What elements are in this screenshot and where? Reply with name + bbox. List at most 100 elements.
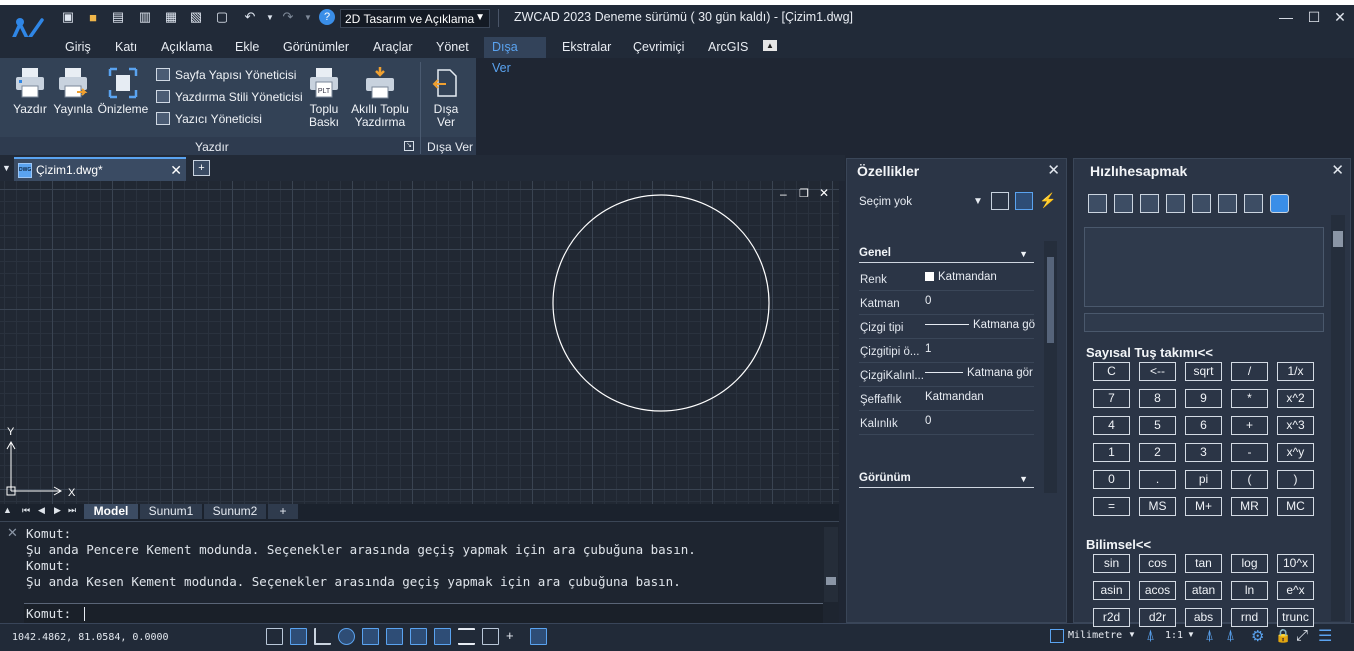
calc-button[interactable]: 6	[1185, 416, 1222, 435]
drawn-circle[interactable]	[552, 194, 770, 412]
calc-button[interactable]: <--	[1139, 362, 1176, 381]
batch-save-icon[interactable]: ▦	[163, 9, 179, 25]
minimize-button[interactable]: —	[1276, 9, 1296, 25]
annotation-scale-value[interactable]: 1:1	[1165, 630, 1183, 641]
close-quickcalc-icon[interactable]: ✕	[1331, 161, 1344, 179]
scale-chevron-icon[interactable]: ▼	[1187, 630, 1195, 639]
layout-tab-sunum2[interactable]: Sunum2	[204, 504, 266, 519]
open-folder-icon[interactable]: ■	[85, 9, 101, 25]
calc-button[interactable]: M+	[1185, 497, 1222, 516]
calc-button[interactable]: atan	[1185, 581, 1222, 600]
calc-button[interactable]: MR	[1231, 497, 1268, 516]
calc-button[interactable]: +	[1231, 416, 1268, 435]
dialog-launcher-icon[interactable]: ↘	[404, 141, 414, 151]
tab-kati[interactable]: Katı	[107, 37, 145, 58]
prev-layout-icon[interactable]: ◀	[38, 505, 45, 516]
viewport-close-icon[interactable]: ✕	[819, 186, 829, 200]
view-section-header[interactable]: Görünüm ▼	[859, 472, 1034, 488]
expression-input[interactable]	[1084, 313, 1324, 332]
maximize-button[interactable]: ☐	[1304, 9, 1324, 25]
tab-araclar[interactable]: Araçlar	[365, 37, 421, 58]
save-icon[interactable]: ▤	[110, 9, 126, 25]
calc-button[interactable]: 4	[1093, 416, 1130, 435]
auto-scale-icon[interactable]: ⍋	[1226, 627, 1235, 644]
prop-row-transparency[interactable]: Şeffaflık Katmandan	[859, 387, 1034, 411]
selection-dropdown[interactable]: Seçim yok ▼	[855, 191, 987, 213]
calc-button[interactable]: MC	[1277, 497, 1314, 516]
calc-button[interactable]: .	[1139, 470, 1176, 489]
prop-row-linetype-scale[interactable]: Çizgitipi ö... 1	[859, 339, 1034, 363]
calc-button[interactable]: abs	[1185, 608, 1222, 627]
document-tab[interactable]: DWG Çizim1.dwg* ✕	[14, 157, 186, 181]
object-snap-tracking-icon[interactable]	[386, 628, 403, 645]
viewport-minimize-icon[interactable]: –	[780, 187, 787, 201]
tab-disa-ver[interactable]: Dışa Ver	[484, 37, 546, 75]
calc-button[interactable]: /	[1231, 362, 1268, 381]
calc-button[interactable]: x^y	[1277, 443, 1314, 462]
calc-button[interactable]: rnd	[1231, 608, 1268, 627]
calc-button[interactable]: x^3	[1277, 416, 1314, 435]
calc-button[interactable]: log	[1231, 554, 1268, 573]
get-coordinates-icon[interactable]	[1166, 194, 1185, 213]
prop-row-layer[interactable]: Katman 0	[859, 291, 1034, 315]
tab-arcgis[interactable]: ArcGIS	[700, 37, 756, 58]
print-icon[interactable]: ▧	[188, 9, 204, 25]
tab-aciklama[interactable]: Açıklama	[153, 37, 220, 58]
calc-button[interactable]: x^2	[1277, 389, 1314, 408]
calc-button[interactable]: cos	[1139, 554, 1176, 573]
save-as-icon[interactable]: ▥	[137, 9, 153, 25]
calc-button[interactable]: 10^x	[1277, 554, 1314, 573]
redo-icon[interactable]: ↷	[280, 9, 296, 25]
calc-button[interactable]: 3	[1185, 443, 1222, 462]
command-scroll-thumb[interactable]	[826, 577, 836, 585]
prop-row-color[interactable]: Renk Katmandan	[859, 267, 1034, 291]
selection-cycling-icon[interactable]: +	[506, 628, 514, 643]
object-snap-icon[interactable]	[362, 628, 379, 645]
polar-tracking-icon[interactable]	[338, 628, 355, 645]
grid-display-icon[interactable]	[266, 628, 283, 645]
tab-giris[interactable]: Giriş	[57, 37, 99, 58]
quickcalc-scrollbar[interactable]	[1331, 215, 1345, 621]
dynamic-ucs-icon[interactable]	[410, 628, 427, 645]
calc-button[interactable]: 1/x	[1277, 362, 1314, 381]
calc-button[interactable]: acos	[1139, 581, 1176, 600]
properties-scrollbar[interactable]	[1044, 241, 1057, 493]
publish-button[interactable]: Yayınla	[52, 66, 94, 128]
calc-button[interactable]: ln	[1231, 581, 1268, 600]
workspace-select[interactable]: 2D Tasarım ve Açıklama ▼	[340, 9, 490, 28]
transparency-icon[interactable]	[482, 628, 499, 645]
calc-button[interactable]: )	[1277, 470, 1314, 489]
calc-button[interactable]: r2d	[1093, 608, 1130, 627]
calc-button[interactable]: sqrt	[1185, 362, 1222, 381]
tab-ekle[interactable]: Ekle	[227, 37, 267, 58]
calc-button[interactable]: asin	[1093, 581, 1130, 600]
last-layout-icon[interactable]: ⏭	[68, 505, 76, 516]
calc-button[interactable]: 7	[1093, 389, 1130, 408]
preview-icon[interactable]: ▢	[214, 9, 230, 25]
calc-button[interactable]: 0	[1093, 470, 1130, 489]
angle-icon[interactable]	[1218, 194, 1237, 213]
page-setup-manager-button[interactable]: Sayfa Yapısı Yöneticisi	[156, 67, 296, 83]
distance-icon[interactable]	[1192, 194, 1211, 213]
calc-button[interactable]: d2r	[1139, 608, 1176, 627]
prop-row-linetype[interactable]: Çizgi tipi Katmana gö	[859, 315, 1035, 339]
calc-button[interactable]: -	[1231, 443, 1268, 462]
calc-button[interactable]: C	[1093, 362, 1130, 381]
drawing-canvas[interactable]: Y X – ❐ ✕	[0, 181, 839, 504]
quickcalc-help-icon[interactable]	[1270, 194, 1289, 213]
intersection-icon[interactable]	[1244, 194, 1263, 213]
calc-button[interactable]: tan	[1185, 554, 1222, 573]
plotter-manager-button[interactable]: Yazıcı Yöneticisi	[156, 111, 262, 127]
calc-button[interactable]: trunc	[1277, 608, 1314, 627]
calc-button[interactable]: 2	[1139, 443, 1176, 462]
calc-button[interactable]: MS	[1139, 497, 1176, 516]
first-layout-icon[interactable]: ▲	[3, 505, 12, 515]
print-button[interactable]: Yazdır	[10, 66, 50, 128]
general-section-header[interactable]: Genel ▼	[859, 247, 1034, 263]
units-value[interactable]: Milimetre	[1068, 630, 1122, 641]
snap-mode-icon[interactable]	[290, 628, 307, 645]
layout-tab-sunum1[interactable]: Sunum1	[140, 504, 202, 519]
smart-batch-plot-button[interactable]: Akıllı Toplu Yazdırma	[347, 66, 413, 132]
next-layout-icon[interactable]: ▶	[54, 505, 61, 516]
tab-yonet[interactable]: Yönet	[428, 37, 477, 58]
